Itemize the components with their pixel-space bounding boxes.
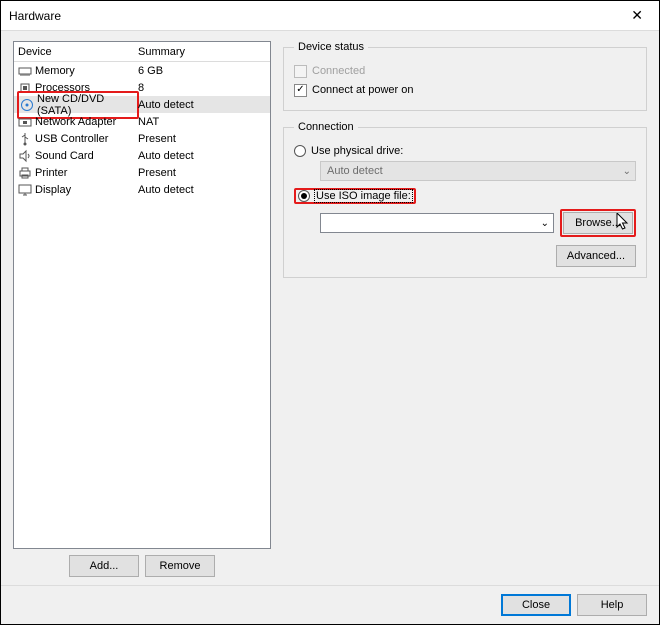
help-button[interactable]: Help: [577, 594, 647, 616]
device-summary: NAT: [138, 116, 266, 128]
right-panel: Device status Connected ✓ Connect at pow…: [283, 41, 647, 577]
physical-drive-combo-wrap: Auto detect ⌄: [320, 161, 636, 181]
physical-drive-label: Use physical drive:: [311, 145, 403, 157]
device-name: New CD/DVD (SATA): [37, 93, 136, 117]
device-summary: Auto detect: [138, 99, 266, 111]
add-button[interactable]: Add...: [69, 555, 139, 577]
chevron-down-icon[interactable]: ⌄: [541, 218, 549, 229]
device-row[interactable]: New CD/DVD (SATA)Auto detect: [14, 96, 270, 113]
device-summary: Present: [138, 133, 266, 145]
iso-path-row: ⌄ Browse...: [320, 209, 636, 237]
device-row[interactable]: Sound Card Auto detect: [14, 147, 270, 164]
connect-poweron-checkbox[interactable]: ✓: [294, 84, 307, 97]
device-name: Memory: [35, 65, 75, 77]
advanced-button[interactable]: Advanced...: [556, 245, 636, 267]
device-name: Sound Card: [35, 150, 94, 162]
device-status-group: Device status Connected ✓ Connect at pow…: [283, 41, 647, 111]
device-summary: 6 GB: [138, 65, 266, 77]
device-name: USB Controller: [35, 133, 108, 145]
connect-poweron-row[interactable]: ✓ Connect at power on: [294, 81, 636, 99]
sound-icon: [18, 149, 32, 163]
connected-checkbox: [294, 65, 307, 78]
device-name: Display: [35, 184, 71, 196]
iso-path-combo[interactable]: ⌄: [320, 213, 554, 233]
printer-icon: [18, 166, 32, 180]
left-buttons: Add... Remove: [13, 555, 271, 577]
usb-icon: [18, 132, 32, 146]
connection-group: Connection Use physical drive: Auto dete…: [283, 121, 647, 278]
connection-legend: Connection: [294, 121, 358, 133]
advanced-row: Advanced...: [294, 245, 636, 267]
device-row[interactable]: USB Controller Present: [14, 130, 270, 147]
device-list-header: Device Summary: [14, 42, 270, 62]
content-area: Device Summary Memory6 GBProcessors8New …: [1, 31, 659, 585]
iso-row[interactable]: Use ISO image file:: [294, 187, 636, 205]
col-header-summary[interactable]: Summary: [138, 46, 266, 58]
device-row[interactable]: Printer Present: [14, 164, 270, 181]
device-summary: 8: [138, 82, 266, 94]
nic-icon: [18, 115, 32, 129]
disc-icon: [20, 98, 34, 112]
browse-highlight: Browse...: [560, 209, 636, 237]
device-row[interactable]: Display Auto detect: [14, 181, 270, 198]
chevron-down-icon: ⌄: [623, 166, 631, 177]
iso-label: Use ISO image file:: [315, 190, 412, 202]
physical-drive-combo: Auto detect ⌄: [320, 161, 636, 181]
iso-highlight: Use ISO image file:: [294, 188, 416, 204]
connected-label: Connected: [312, 65, 365, 77]
physical-drive-radio[interactable]: [294, 145, 306, 157]
physical-drive-combo-value: Auto detect: [327, 165, 383, 177]
connected-checkbox-row: Connected: [294, 62, 636, 80]
device-name: Network Adapter: [35, 116, 116, 128]
remove-button[interactable]: Remove: [145, 555, 215, 577]
device-summary: Present: [138, 167, 266, 179]
device-status-legend: Device status: [294, 41, 368, 53]
left-panel: Device Summary Memory6 GBProcessors8New …: [13, 41, 271, 577]
physical-drive-row[interactable]: Use physical drive:: [294, 142, 636, 160]
display-icon: [18, 183, 32, 197]
memory-icon: [18, 64, 32, 78]
titlebar: Hardware ✕: [1, 1, 659, 31]
dialog-footer: Close Help: [1, 585, 659, 624]
device-list[interactable]: Device Summary Memory6 GBProcessors8New …: [13, 41, 271, 549]
iso-radio[interactable]: [298, 190, 310, 202]
col-header-device[interactable]: Device: [18, 46, 138, 58]
device-row[interactable]: Network Adapter NAT: [14, 113, 270, 130]
connect-poweron-label: Connect at power on: [312, 84, 414, 96]
window-title: Hardware: [9, 9, 61, 23]
close-button[interactable]: Close: [501, 594, 571, 616]
device-summary: Auto detect: [138, 150, 266, 162]
browse-button[interactable]: Browse...: [563, 212, 633, 234]
close-icon[interactable]: ✕: [623, 3, 651, 28]
device-name: Printer: [35, 167, 67, 179]
hardware-dialog: Hardware ✕ Device Summary Memory6 GBProc…: [0, 0, 660, 625]
device-row[interactable]: Memory 6 GB: [14, 62, 270, 79]
device-summary: Auto detect: [138, 184, 266, 196]
